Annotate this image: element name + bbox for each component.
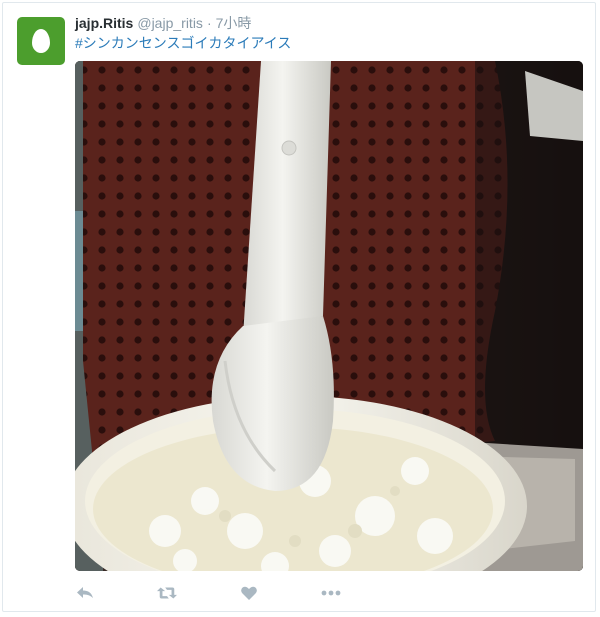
reply-icon [77, 587, 93, 598]
user-handle[interactable]: @jajp_ritis [137, 15, 203, 31]
egg-icon [32, 29, 50, 53]
heart-icon [241, 586, 257, 600]
more-icon [321, 590, 341, 596]
photo-image [75, 61, 583, 571]
tweet-text: #シンカンセンスゴイカタイアイス [75, 34, 291, 52]
tweet-photo[interactable] [75, 61, 583, 571]
hashtag-link[interactable]: #シンカンセンスゴイカタイアイス [75, 35, 291, 51]
display-name[interactable]: jajp.Ritis [75, 15, 133, 31]
more-button[interactable] [321, 583, 341, 603]
avatar[interactable] [17, 17, 65, 65]
tweet-card[interactable]: jajp.Ritis @jajp_ritis · 7小時 #シンカンセンスゴイカタイア… [2, 2, 596, 612]
timestamp[interactable]: 7小時 [216, 15, 252, 31]
tweet-actions [75, 583, 403, 603]
tweet-header: jajp.Ritis @jajp_ritis · 7小時 [75, 14, 251, 32]
like-button[interactable] [239, 583, 259, 603]
retweet-icon [157, 587, 177, 599]
separator: · [206, 15, 212, 31]
reply-button[interactable] [75, 583, 95, 603]
retweet-button[interactable] [157, 583, 177, 603]
